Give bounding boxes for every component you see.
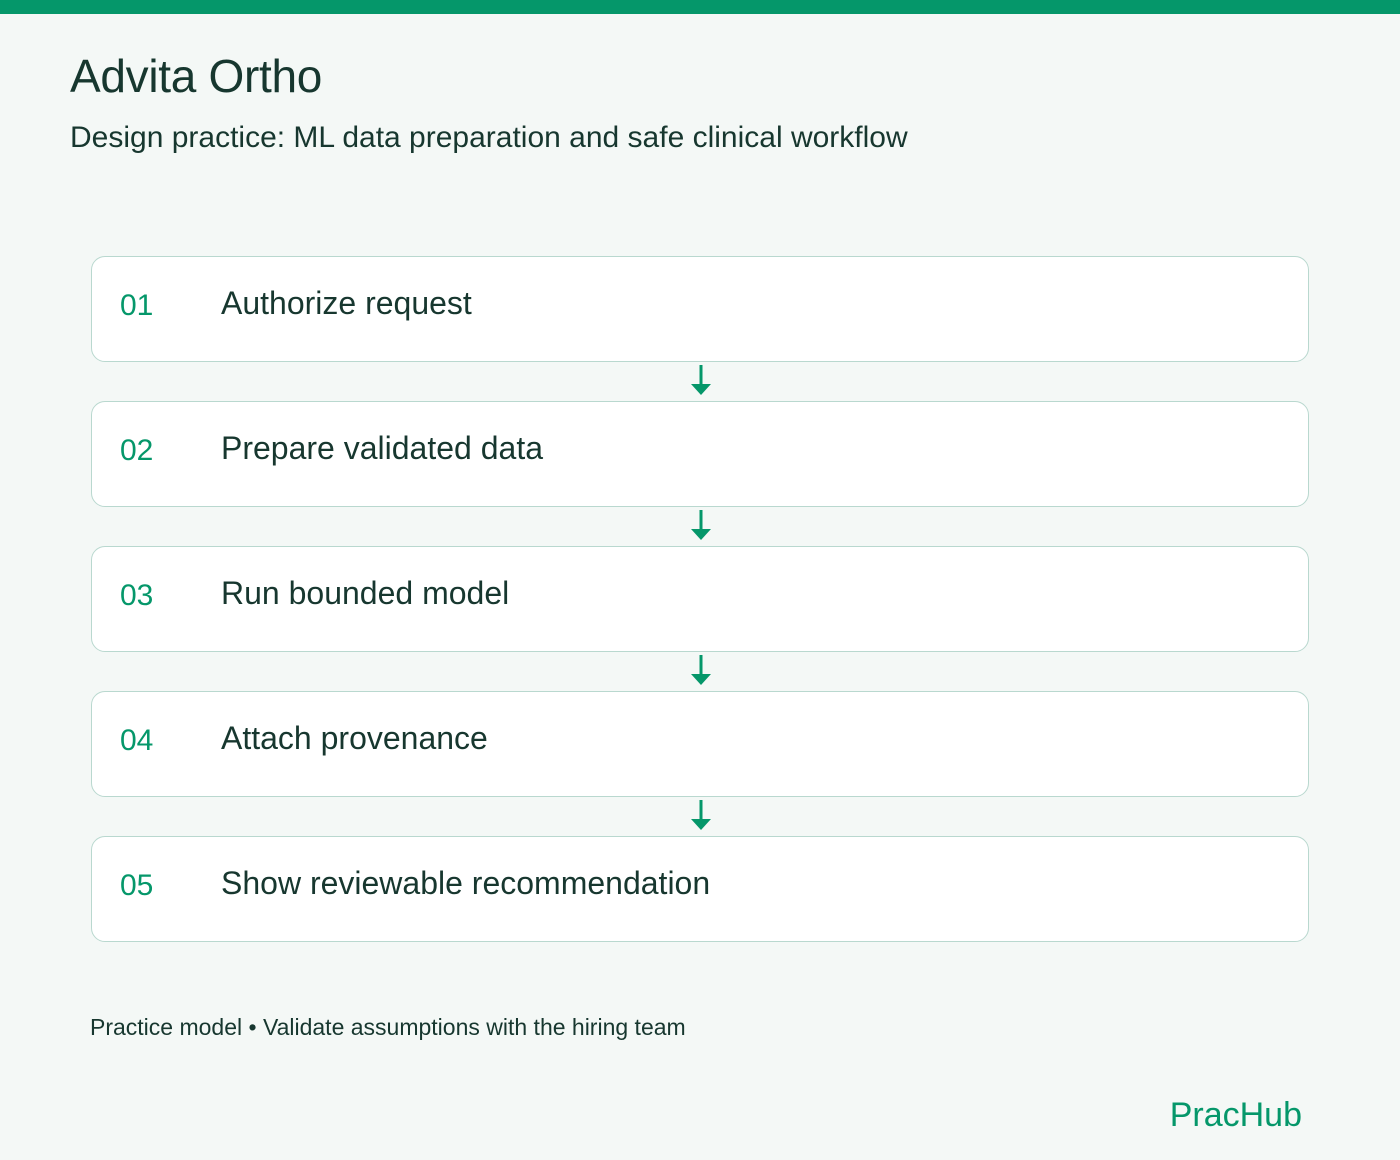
step-label: Attach provenance — [221, 720, 488, 756]
step-label: Prepare validated data — [221, 430, 543, 466]
arrow-down-icon — [691, 800, 711, 830]
arrow-down-icon — [691, 365, 711, 395]
arrow-down-icon — [691, 510, 711, 540]
step-card-1: 01 Authorize request — [91, 256, 1309, 362]
step-label: Run bounded model — [221, 575, 510, 611]
workflow-steps: 01 Authorize request 02 Prepare validate… — [0, 0, 1400, 1160]
step-number: 02 — [120, 434, 154, 467]
step-card-2: 02 Prepare validated data — [91, 401, 1309, 507]
step-number: 03 — [120, 579, 154, 612]
step-label: Authorize request — [221, 285, 472, 321]
step-number: 05 — [120, 869, 154, 902]
step-label: Show reviewable recommendation — [221, 865, 711, 901]
step-card-4: 04 Attach provenance — [91, 691, 1309, 797]
step-card-5: 05 Show reviewable recommendation — [91, 836, 1309, 942]
step-number: 04 — [120, 724, 154, 757]
brand-logo: PracHub — [1169, 1096, 1302, 1134]
step-card-3: 03 Run bounded model — [91, 546, 1309, 652]
footnote: Practice model • Validate assumptions wi… — [90, 1014, 686, 1040]
step-number: 01 — [120, 289, 154, 322]
arrow-down-icon — [691, 655, 711, 685]
